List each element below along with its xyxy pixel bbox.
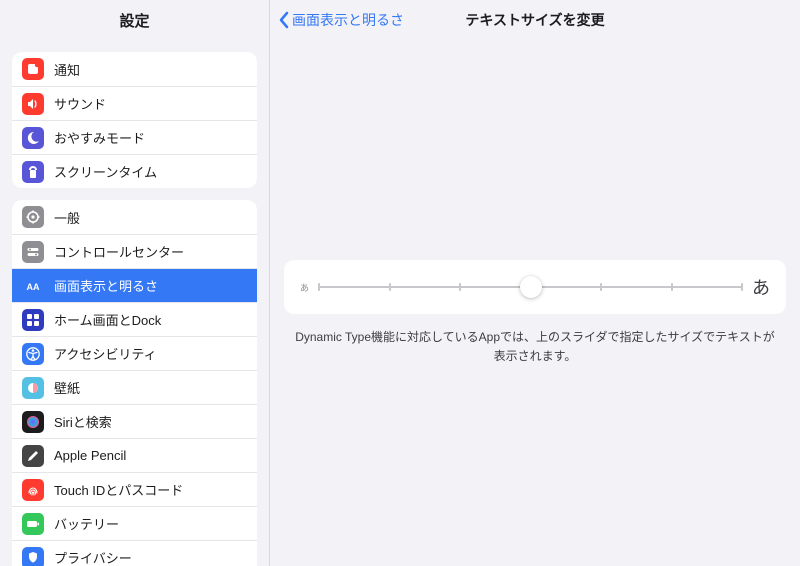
homescreen-icon xyxy=(22,309,44,331)
controlcenter-icon xyxy=(22,241,44,263)
sidebar-item-pencil[interactable]: Apple Pencil xyxy=(12,438,257,472)
slider-tick xyxy=(459,283,461,291)
slider-tick xyxy=(389,283,391,291)
sidebar-item-homescreen[interactable]: ホーム画面とDock xyxy=(12,302,257,336)
detail-pane: 画面表示と明るさ テキストサイズを変更 あ あ Dynamic Type機能に対… xyxy=(270,0,800,566)
sidebar-title: 設定 xyxy=(0,0,269,40)
dnd-icon xyxy=(22,127,44,149)
sidebar-list[interactable]: 通知サウンドおやすみモードスクリーンタイム一般コントロールセンター AA 画面表示と… xyxy=(0,40,269,566)
sidebar-item-label: Touch IDとパスコード xyxy=(54,480,183,499)
sidebar-item-sounds[interactable]: サウンド xyxy=(12,86,257,120)
slider-min-glyph: あ xyxy=(300,281,309,294)
sidebar-item-controlcenter[interactable]: コントロールセンター xyxy=(12,234,257,268)
sidebar-item-screentime[interactable]: スクリーンタイム xyxy=(12,154,257,188)
sidebar-item-battery[interactable]: バッテリー xyxy=(12,506,257,540)
sidebar-item-label: おやすみモード xyxy=(54,128,145,147)
battery-icon xyxy=(22,513,44,535)
sidebar-item-label: Siriと検索 xyxy=(54,412,112,431)
pencil-icon xyxy=(22,445,44,467)
slider-knob[interactable] xyxy=(520,276,542,298)
page-title: テキストサイズを変更 xyxy=(465,10,604,30)
screentime-icon xyxy=(22,161,44,183)
sidebar-item-label: 壁紙 xyxy=(54,378,80,397)
sidebar-item-dnd[interactable]: おやすみモード xyxy=(12,120,257,154)
general-icon xyxy=(22,206,44,228)
slider-tick xyxy=(600,283,602,291)
sidebar-item-display[interactable]: AA 画面表示と明るさ xyxy=(12,268,257,302)
sidebar-item-touchid[interactable]: Touch IDとパスコード xyxy=(12,472,257,506)
slider-tick xyxy=(741,283,743,291)
back-label: 画面表示と明るさ xyxy=(292,10,404,30)
sidebar-item-general[interactable]: 一般 xyxy=(12,200,257,234)
sidebar-item-label: スクリーンタイム xyxy=(54,162,157,181)
back-button[interactable]: 画面表示と明るさ xyxy=(278,0,404,40)
display-icon: AA xyxy=(22,275,44,297)
sidebar-item-siri[interactable]: Siriと検索 xyxy=(12,404,257,438)
slider-max-glyph: あ xyxy=(752,274,770,300)
detail-content: あ あ Dynamic Type機能に対応しているAppでは、上のスライダで指定… xyxy=(270,40,800,566)
sidebar-item-privacy[interactable]: プライバシー xyxy=(12,540,257,566)
wallpaper-icon xyxy=(22,377,44,399)
sidebar-item-label: サウンド xyxy=(54,94,106,113)
accessibility-icon xyxy=(22,343,44,365)
slider-caption: Dynamic Type機能に対応しているAppでは、上のスライダで指定したサイ… xyxy=(284,328,786,366)
chevron-left-icon xyxy=(278,11,290,29)
sounds-icon xyxy=(22,93,44,115)
privacy-icon xyxy=(22,547,44,566)
detail-header: 画面表示と明るさ テキストサイズを変更 xyxy=(270,0,800,40)
text-size-slider[interactable] xyxy=(319,275,742,299)
slider-tick xyxy=(318,283,320,291)
sidebar-item-label: プライバシー xyxy=(54,548,132,566)
sidebar-item-label: コントロールセンター xyxy=(54,242,184,261)
slider-tick xyxy=(671,283,673,291)
sidebar-item-accessibility[interactable]: アクセシビリティ xyxy=(12,336,257,370)
sidebar-item-label: 通知 xyxy=(54,60,80,79)
siri-icon xyxy=(22,411,44,433)
svg-text:AA: AA xyxy=(27,282,40,292)
text-size-slider-card: あ あ xyxy=(284,260,786,314)
touchid-icon xyxy=(22,479,44,501)
sidebar-item-label: Apple Pencil xyxy=(54,448,126,463)
sidebar-item-label: バッテリー xyxy=(54,514,119,533)
sidebar-item-label: 一般 xyxy=(54,208,80,227)
notifications-icon xyxy=(22,58,44,80)
sidebar-group: 一般コントロールセンター AA 画面表示と明るさホーム画面とDock アクセシビリティ… xyxy=(12,200,257,566)
sidebar-item-wallpaper[interactable]: 壁紙 xyxy=(12,370,257,404)
sidebar-item-notifications[interactable]: 通知 xyxy=(12,52,257,86)
sidebar-group: 通知サウンドおやすみモードスクリーンタイム xyxy=(12,52,257,188)
sidebar-item-label: 画面表示と明るさ xyxy=(54,276,158,295)
sidebar-item-label: ホーム画面とDock xyxy=(54,310,161,329)
sidebar-item-label: アクセシビリティ xyxy=(54,344,157,363)
settings-sidebar: 設定 通知サウンドおやすみモードスクリーンタイム一般コントロールセンター AA 画面… xyxy=(0,0,270,566)
